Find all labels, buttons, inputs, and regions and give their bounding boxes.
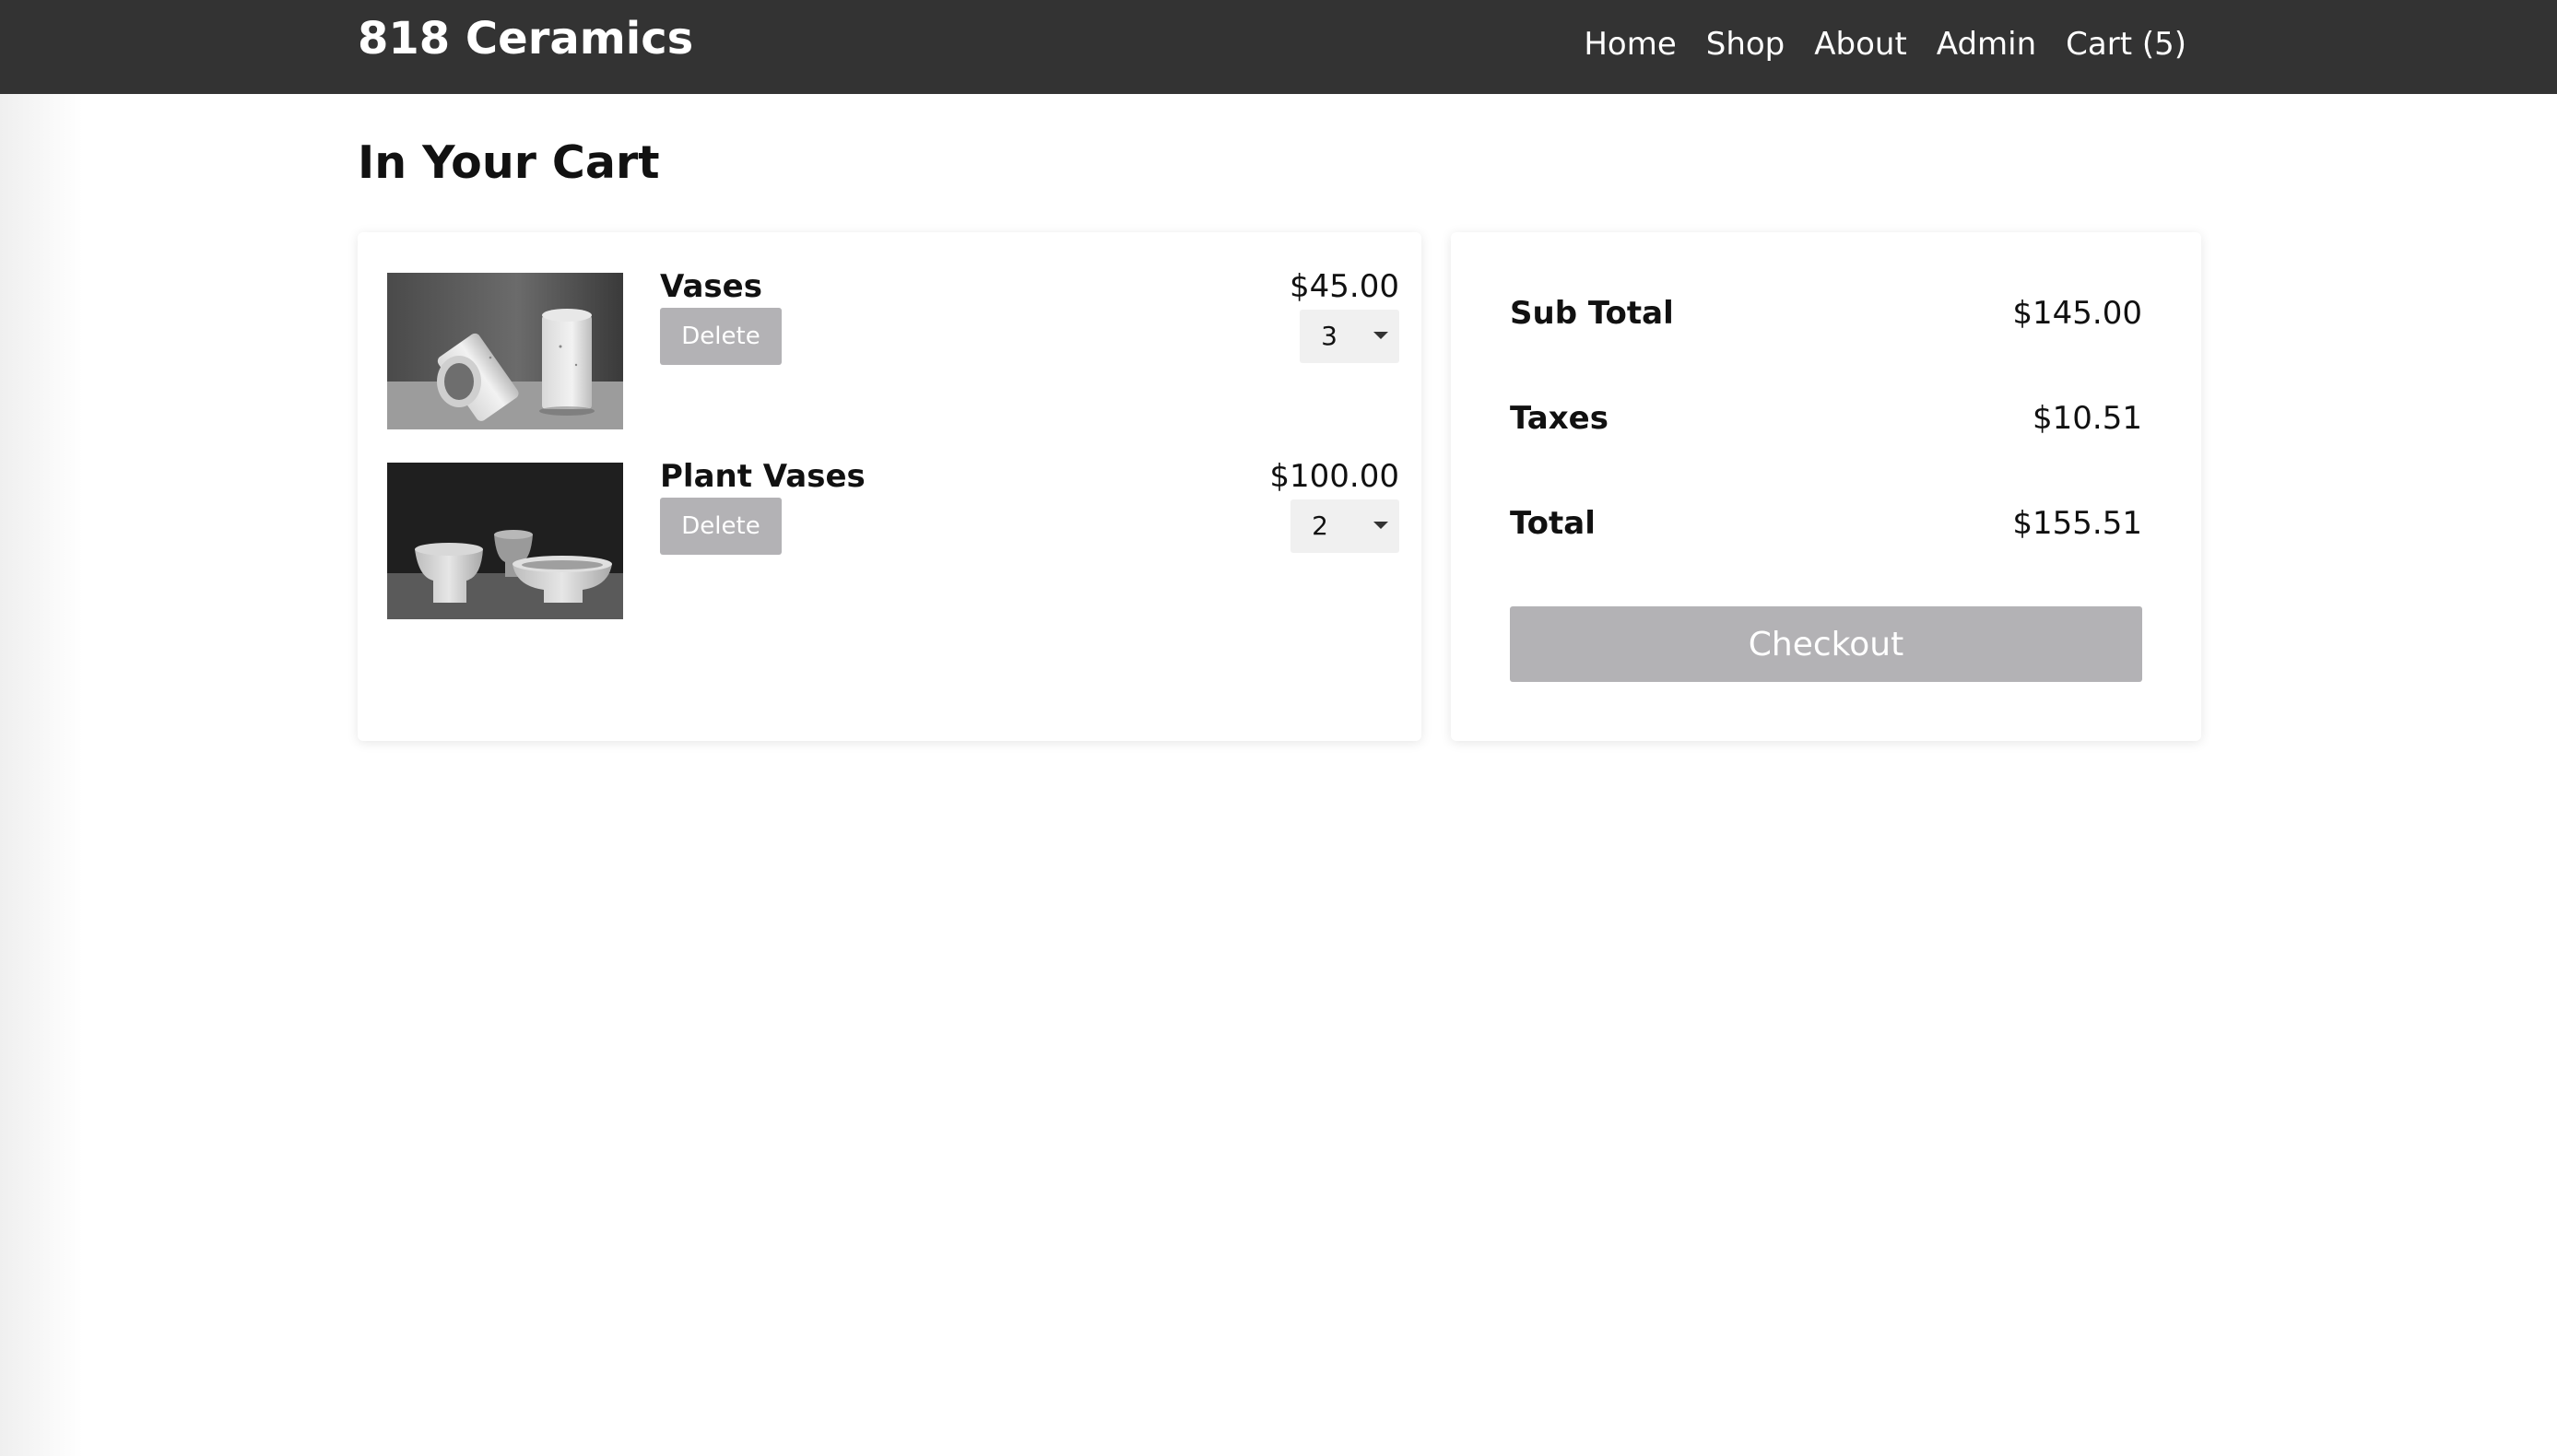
cart-item: Plant Vases Delete $100.00 2 [387,458,1399,619]
nav-home[interactable]: Home [1584,26,1676,63]
item-name: Plant Vases [660,458,866,495]
quantity-select[interactable]: 3 [1300,310,1399,363]
plant-vases-photo [387,463,623,619]
nav-cart[interactable]: Cart (5) [2066,26,2186,63]
subtotal-value: $145.00 [2012,295,2142,332]
taxes-label: Taxes [1510,400,1608,437]
total-label: Total [1510,505,1596,542]
checkout-button[interactable]: Checkout [1510,606,2142,682]
quantity-value: 3 [1321,321,1337,351]
item-price: $45.00 [1290,268,1399,305]
taxes-row: Taxes $10.51 [1510,394,2142,442]
brand-logo[interactable]: 818 Ceramics [358,9,693,68]
caret-down-icon [1373,522,1388,529]
nav-admin[interactable]: Admin [1937,26,2036,63]
caret-down-icon [1373,332,1388,339]
order-summary-panel: Sub Total $145.00 Taxes $10.51 Total $15… [1451,232,2201,741]
item-price: $100.00 [1269,458,1399,495]
nav-about[interactable]: About [1814,26,1907,63]
subtotal-row: Sub Total $145.00 [1510,289,2142,337]
top-navbar: 818 Ceramics Home Shop About Admin Cart … [0,0,2557,94]
quantity-select[interactable]: 2 [1290,499,1399,553]
quantity-value: 2 [1312,511,1328,541]
nav-shop[interactable]: Shop [1706,26,1785,63]
delete-button[interactable]: Delete [660,308,782,365]
total-value: $155.51 [2012,505,2142,542]
cart-items-panel: Vases Delete $45.00 3 Plant Vases Delete… [358,232,1421,741]
page-side-shade [0,94,83,1456]
total-row: Total $155.51 [1510,499,2142,547]
cart-item: Vases Delete $45.00 3 [387,268,1399,429]
item-name: Vases [660,268,762,305]
main-nav: Home Shop About Admin Cart (5) [1584,17,2186,72]
page-title: In Your Cart [358,136,660,189]
vases-photo [387,273,623,429]
subtotal-label: Sub Total [1510,295,1674,332]
delete-button[interactable]: Delete [660,498,782,555]
taxes-value: $10.51 [2033,400,2142,437]
